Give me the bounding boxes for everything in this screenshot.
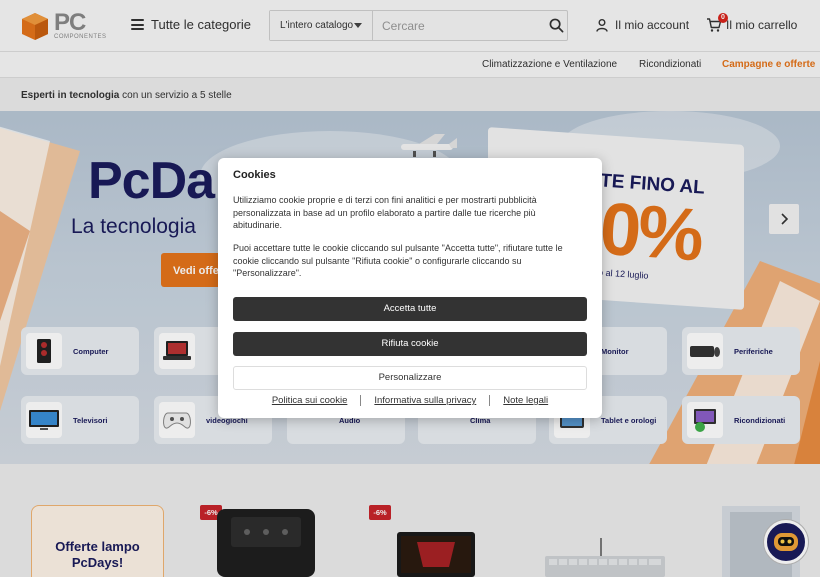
customize-button[interactable]: Personalizzare bbox=[233, 366, 587, 390]
cookie-dialog-text-2: Puoi accettare tutte le cookie cliccando… bbox=[233, 243, 563, 278]
accept-all-button[interactable]: Accetta tutte bbox=[233, 297, 587, 321]
cookie-dialog-title: Cookies bbox=[233, 169, 276, 181]
cookie-consent-dialog: Cookies Utilizziamo cookie proprie e di … bbox=[218, 158, 602, 418]
privacy-policy-link[interactable]: Informativa sulla privacy bbox=[360, 395, 489, 406]
cookie-dialog-text-1: Utilizziamo cookie proprie e di terzi co… bbox=[233, 195, 537, 230]
cookie-policy-link[interactable]: Politica sui cookie bbox=[259, 395, 361, 406]
legal-notes-link[interactable]: Note legali bbox=[489, 395, 561, 406]
reject-cookies-button[interactable]: Rifiuta cookie bbox=[233, 332, 587, 356]
cookie-dialog-links: Politica sui cookie Informativa sulla pr… bbox=[218, 395, 602, 406]
